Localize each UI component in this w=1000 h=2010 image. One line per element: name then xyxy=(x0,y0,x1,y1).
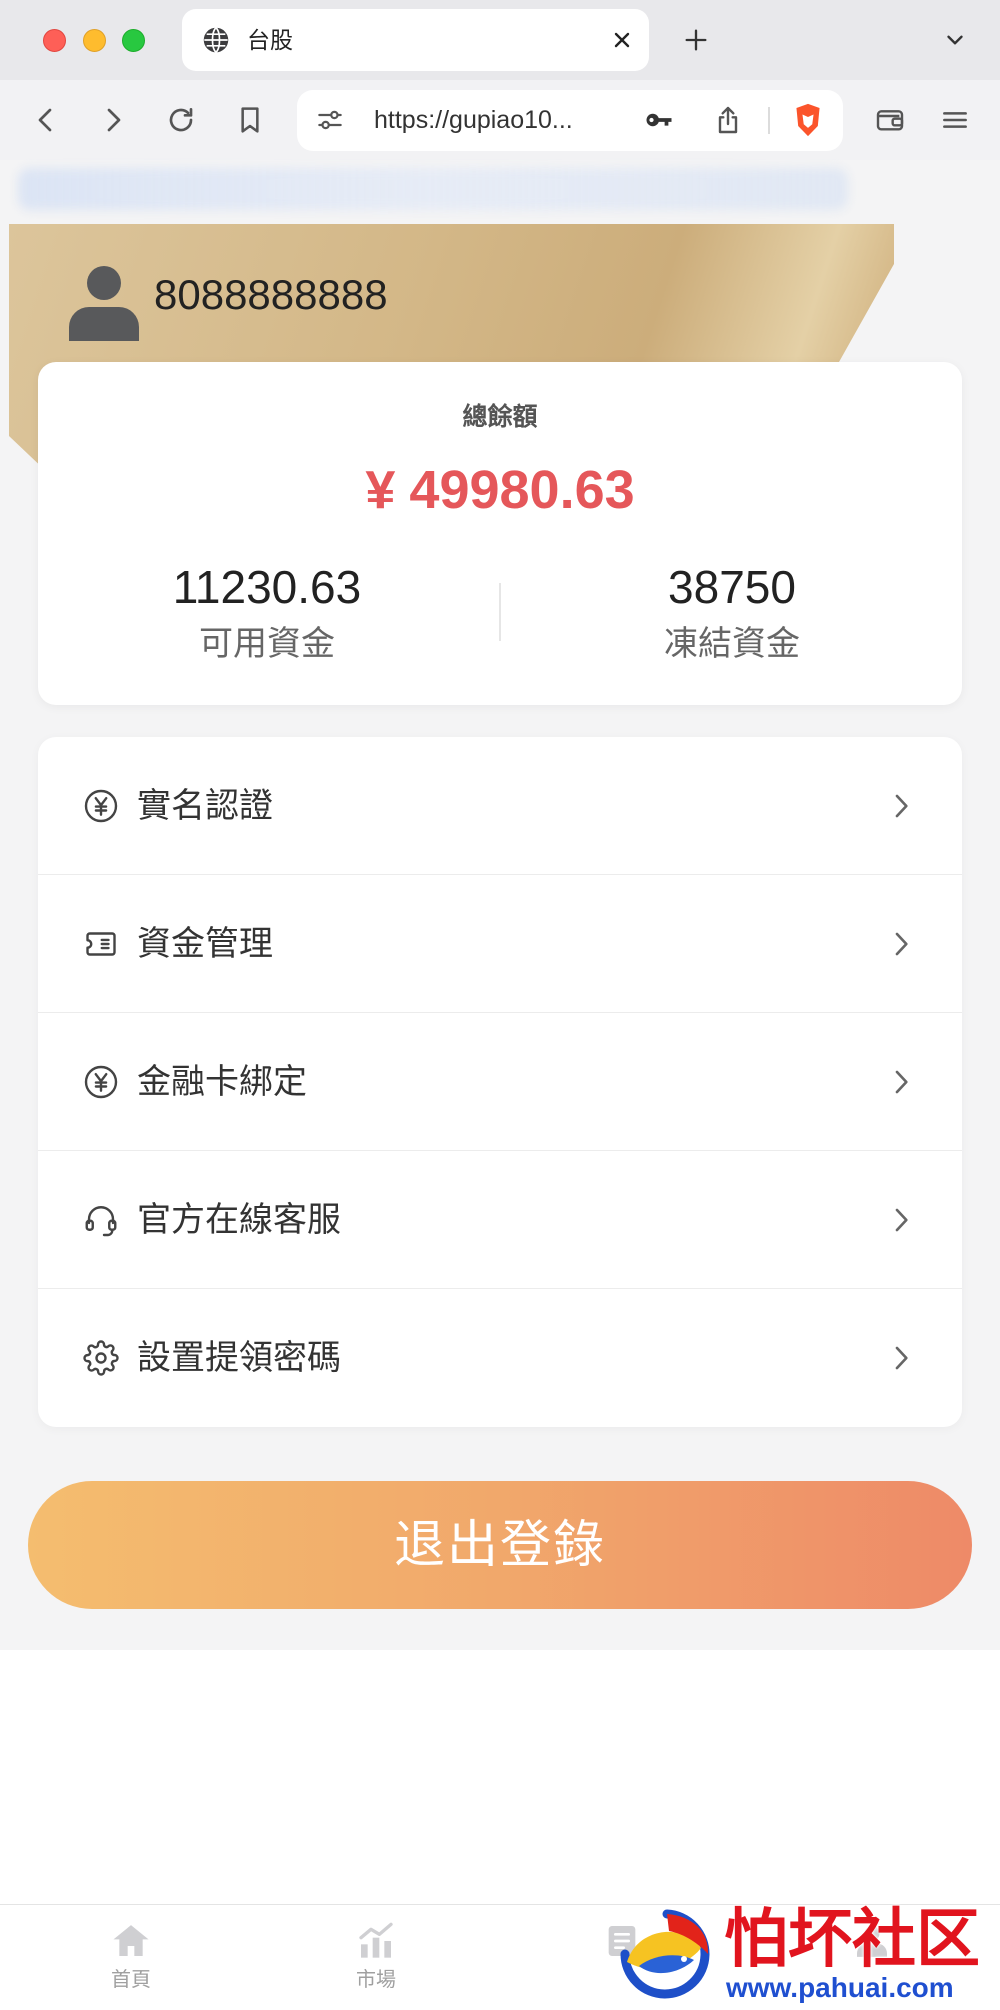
wallet-icon[interactable] xyxy=(874,104,906,136)
browser-toolbar: https://gupiao10... xyxy=(0,80,1000,160)
menu-item-withdrawal-password[interactable]: 設置提領密碼 xyxy=(38,1289,962,1427)
chevron-right-icon xyxy=(885,790,917,822)
frozen-funds-value: 38750 xyxy=(668,561,796,613)
plus-icon[interactable] xyxy=(682,26,710,54)
brave-shields-icon[interactable] xyxy=(789,101,827,139)
blurred-header xyxy=(18,168,848,210)
home-icon xyxy=(111,1921,151,1961)
ticket-icon xyxy=(83,926,119,962)
menu-item-label: 資金管理 xyxy=(137,925,273,963)
gear-icon xyxy=(83,1340,119,1376)
frozen-funds: 38750 凍結資金 xyxy=(532,560,932,668)
total-balance-amount: ¥49980.63 xyxy=(38,460,962,520)
url-text[interactable]: https://gupiao10... xyxy=(374,90,573,151)
window-zoom-button[interactable] xyxy=(122,29,145,52)
frozen-funds-label: 凍結資金 xyxy=(664,625,800,663)
nav-label: 首頁 xyxy=(111,1969,151,1991)
balance-card: 總餘額 ¥49980.63 11230.63 可用資金 38750 凍結資金 xyxy=(38,362,962,705)
nav-item-home[interactable]: 首頁 xyxy=(51,1905,211,2010)
share-icon[interactable] xyxy=(712,104,744,136)
chevron-right-icon xyxy=(885,1066,917,1098)
balance-divider xyxy=(499,583,501,641)
avatar-icon xyxy=(67,265,141,341)
available-funds-label: 可用資金 xyxy=(199,625,335,663)
bookmark-icon[interactable] xyxy=(234,104,266,136)
watermark-title: 怕坏社区 xyxy=(724,1903,980,1975)
globe-icon xyxy=(202,26,230,54)
browser-tab[interactable]: 台股 xyxy=(182,9,649,71)
menu-item-label: 實名認證 xyxy=(137,787,273,825)
menu-item-label: 金融卡綁定 xyxy=(137,1063,307,1101)
available-funds-value: 11230.63 xyxy=(172,561,362,613)
username: 8088888888 xyxy=(154,271,388,318)
logout-button[interactable]: 退出登錄 xyxy=(28,1481,972,1609)
menu-item-fund-management[interactable]: 資金管理 xyxy=(38,875,962,1013)
address-bar[interactable]: https://gupiao10... xyxy=(297,90,843,151)
window-minimize-button[interactable] xyxy=(83,29,106,52)
watermark-logo xyxy=(609,1904,719,2008)
total-balance-value: 49980.63 xyxy=(409,460,635,520)
menu-item-label: 官方在線客服 xyxy=(137,1201,341,1239)
nav-label: 市場 xyxy=(356,1969,396,1991)
close-icon[interactable] xyxy=(610,28,634,52)
tab-title: 台股 xyxy=(247,27,293,53)
account-menu: 實名認證 資金管理 金融卡綁定 官方在線客服 設置提領密碼 xyxy=(38,737,962,1427)
yen-circle-icon xyxy=(83,1064,119,1100)
chevron-right-icon xyxy=(885,1204,917,1236)
chart-icon xyxy=(356,1921,396,1961)
menu-icon[interactable] xyxy=(939,104,971,136)
yen-circle-icon xyxy=(83,788,119,824)
menu-item-real-name-verification[interactable]: 實名認證 xyxy=(38,737,962,875)
currency-symbol: ¥ xyxy=(365,460,396,520)
address-bar-divider xyxy=(768,107,770,134)
chevron-right-icon xyxy=(885,1342,917,1374)
headset-icon xyxy=(83,1202,119,1238)
site-settings-icon[interactable] xyxy=(315,105,345,135)
window-close-button[interactable] xyxy=(43,29,66,52)
back-icon[interactable] xyxy=(30,104,62,136)
menu-item-customer-service[interactable]: 官方在線客服 xyxy=(38,1151,962,1289)
chevron-down-icon[interactable] xyxy=(942,27,968,53)
menu-item-bank-card-binding[interactable]: 金融卡綁定 xyxy=(38,1013,962,1151)
forward-icon[interactable] xyxy=(97,104,129,136)
tab-strip: 台股 xyxy=(0,0,1000,80)
key-icon[interactable] xyxy=(644,105,674,135)
menu-item-label: 設置提領密碼 xyxy=(137,1339,341,1377)
reload-icon[interactable] xyxy=(165,104,197,136)
nav-item-market[interactable]: 市場 xyxy=(296,1905,456,2010)
total-balance-title: 總餘額 xyxy=(462,403,538,431)
chevron-right-icon xyxy=(885,928,917,960)
available-funds: 11230.63 可用資金 xyxy=(67,560,467,668)
watermark-url: www.pahuai.com xyxy=(726,1972,954,2003)
